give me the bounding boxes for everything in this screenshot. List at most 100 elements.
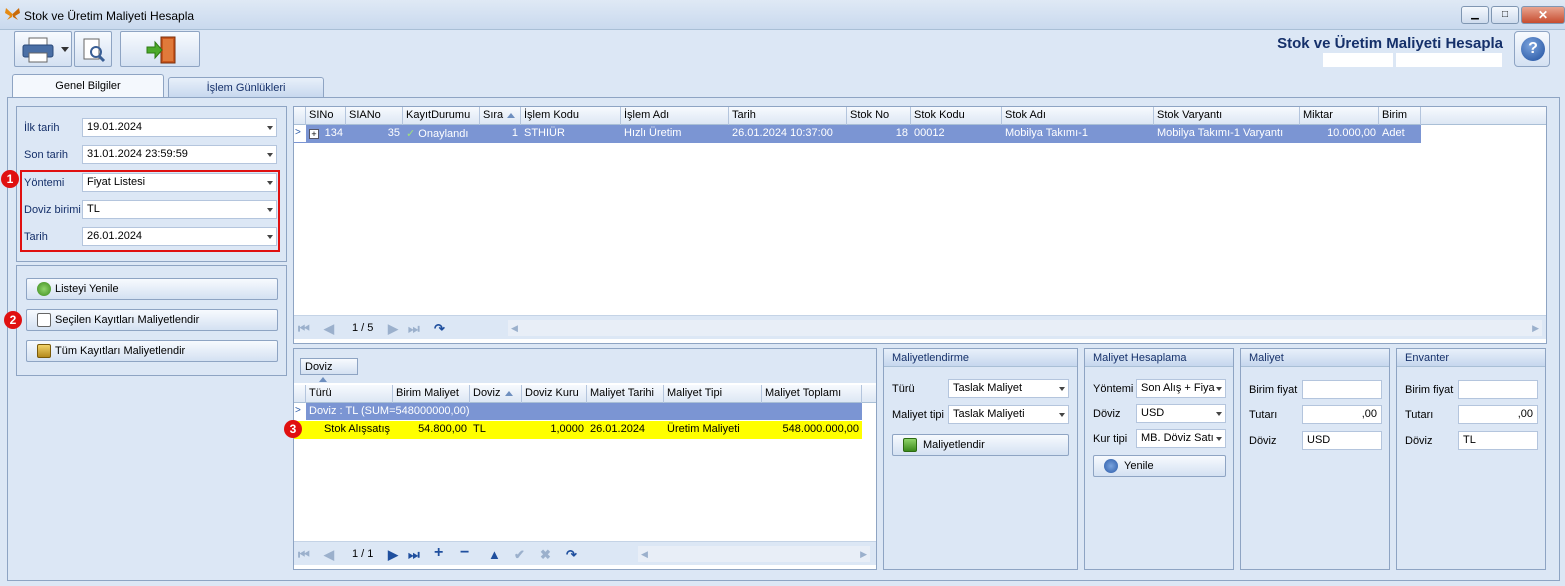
tab-islem-gunlukleri[interactable]: İşlem Günlükleri [168,77,324,98]
secilen-kayitlari-maliyetlendir-button[interactable]: Seçilen Kayıtları Maliyetlendir [26,309,278,331]
cell-doviz-kuru: 1,0000 [550,423,584,435]
col-maliyet-toplami[interactable]: Maliyet Toplamı [762,385,862,403]
scroll-left-icon[interactable]: ◀ [641,549,648,560]
cell-maliyet-toplami: 548.000.000,00 [782,423,859,435]
tarih-input[interactable]: 26.01.2024 [82,227,277,246]
chevron-down-icon [267,208,273,212]
col-maliyet-tipi[interactable]: Maliyet Tipi [664,385,762,403]
ilk-tarih-value: 19.01.2024 [87,121,143,133]
tarih-label: Tarih [24,231,48,243]
col-birim[interactable]: Birim [1379,107,1421,125]
refresh-icon[interactable]: ↷ [434,321,445,337]
col-doviz[interactable]: Doviz [470,385,522,403]
maliyet-doviz-label: Döviz [1249,435,1277,447]
table-row[interactable]: Stok Alışsatış 54.800,00 TL 1,0000 26.01… [294,421,862,439]
prev-page-icon[interactable]: ◀ [324,547,334,563]
yenile-button[interactable]: Yenile [1093,455,1226,477]
col-sira[interactable]: Sıra [480,107,521,125]
exit-button[interactable] [120,31,200,67]
cancel-icon[interactable]: ✖ [540,547,551,563]
printer-icon [22,37,54,63]
add-icon[interactable]: + [434,544,443,562]
group-by-chip[interactable]: Doviz [300,358,358,382]
page-indicator: 1 / 5 [352,322,374,334]
col-maliyet-tarihi[interactable]: Maliyet Tarihi [587,385,664,403]
turu-select[interactable]: Taslak Maliyet [948,379,1069,398]
yontemi-select[interactable]: Fiyat Listesi [82,173,277,192]
hesaplama-doviz-select[interactable]: USD [1136,404,1226,423]
son-tarih-input[interactable]: 31.01.2024 23:59:59 [82,145,277,164]
col-doviz-kuru[interactable]: Doviz Kuru [522,385,587,403]
doviz-birimi-select[interactable]: TL [82,200,277,219]
sort-ascending-icon [504,390,513,396]
col-siano[interactable]: SIANo [346,107,403,125]
col-kayitdurumu[interactable]: KayıtDurumu [403,107,480,125]
first-page-icon[interactable]: ⏮ [298,547,310,563]
refresh-icon[interactable]: ↷ [566,547,577,563]
first-page-icon[interactable]: ⏮ [298,321,310,337]
horizontal-scrollbar[interactable]: ◀ ▶ [508,320,1542,336]
close-button[interactable]: ✕ [1521,6,1565,24]
next-page-icon[interactable]: ▶ [388,321,398,337]
col-islem-kodu[interactable]: İşlem Kodu [521,107,621,125]
col-stok-varyanti[interactable]: Stok Varyantı [1154,107,1300,125]
maliyetlendirme-panel: Maliyetlendirme Türü Taslak Maliyet Mali… [883,348,1078,570]
cell-miktar: 10.000,00 [1327,127,1376,139]
maximize-button[interactable]: □ [1491,6,1519,24]
tum-kayitlari-label: Tüm Kayıtları Maliyetlendir [55,345,186,357]
kur-tipi-value: MB. Döviz Satı [1141,432,1214,444]
turu-value: Taslak Maliyet [953,382,1023,394]
help-button[interactable]: ? [1514,31,1550,67]
tum-kayitlari-maliyetlendir-button[interactable]: Tüm Kayıtları Maliyetlendir [26,340,278,362]
move-up-icon[interactable]: ▲ [488,547,501,562]
group-row[interactable]: > Doviz : TL (SUM=548000000,00) [294,403,862,420]
col-islem-adi[interactable]: İşlem Adı [621,107,729,125]
envanter-birim-fiyat-input[interactable] [1458,380,1538,399]
col-tarih[interactable]: Tarih [729,107,847,125]
cell-turu: Stok Alışsatış [323,423,390,435]
col-miktar[interactable]: Miktar [1300,107,1379,125]
col-sino[interactable]: SINo [306,107,346,125]
preview-button[interactable] [74,31,112,67]
remove-icon[interactable]: − [460,544,469,562]
col-stok-kodu[interactable]: Stok Kodu [911,107,1002,125]
envanter-doviz-input[interactable]: TL [1458,431,1538,450]
listeyi-yenile-button[interactable]: Listeyi Yenile [26,278,278,300]
last-page-icon[interactable]: ⏭ [408,321,420,337]
col-stok-adi[interactable]: Stok Adı [1002,107,1154,125]
col-birim-maliyet[interactable]: Birim Maliyet [393,385,470,403]
row-indicator-header [294,385,306,403]
maliyet-tipi-select[interactable]: Taslak Maliyeti [948,405,1069,424]
calculator-icon [37,344,51,358]
kur-tipi-select[interactable]: MB. Döviz Satı [1136,429,1226,448]
prev-page-icon[interactable]: ◀ [324,321,334,337]
ilk-tarih-input[interactable]: 19.01.2024 [82,118,277,137]
horizontal-scrollbar[interactable]: ◀ ▶ [638,546,870,562]
maliyet-doviz-input[interactable]: USD [1302,431,1382,450]
row-selected-indicator: > [294,125,306,142]
title-bar: Stok ve Üretim Maliyeti Hesapla ▁ □ ✕ [0,0,1565,30]
cell-kayitdurumu: ✓ Onaylandı [403,125,480,142]
kur-tipi-label: Kur tipi [1093,433,1128,445]
hesaplama-yontemi-select[interactable]: Son Alış + Fiya [1136,379,1226,398]
chevron-down-icon [1059,413,1065,417]
scroll-left-icon[interactable]: ◀ [511,323,518,334]
next-page-icon[interactable]: ▶ [388,547,398,563]
col-stok-no[interactable]: Stok No [847,107,911,125]
apply-icon[interactable]: ✔ [514,547,525,563]
maliyet-tutari-input[interactable]: ,00 [1302,405,1382,424]
detail-grid-navigator: ⏮ ◀ 1 / 1 ▶ ⏭ + − ▲ ✔ ✖ ↷ ◀ ▶ [294,541,876,565]
envanter-tutari-input[interactable]: ,00 [1458,405,1538,424]
col-turu[interactable]: Türü [306,385,393,403]
minimize-button[interactable]: ▁ [1461,6,1489,24]
scroll-right-icon[interactable]: ▶ [860,549,867,560]
print-button[interactable] [14,31,72,67]
tab-genel-bilgiler[interactable]: Genel Bilgiler [12,74,164,98]
maliyetlendir-button[interactable]: Maliyetlendir [892,434,1069,456]
callout-badge-3: 3 [284,420,302,438]
callout-badge-1: 1 [1,170,19,188]
scroll-right-icon[interactable]: ▶ [1532,323,1539,334]
table-row[interactable]: > + 134 35 ✓ Onaylandı 1 STHIÜR Hızlı Ür… [294,125,1421,143]
last-page-icon[interactable]: ⏭ [408,547,420,563]
maliyet-birim-fiyat-input[interactable] [1302,380,1382,399]
